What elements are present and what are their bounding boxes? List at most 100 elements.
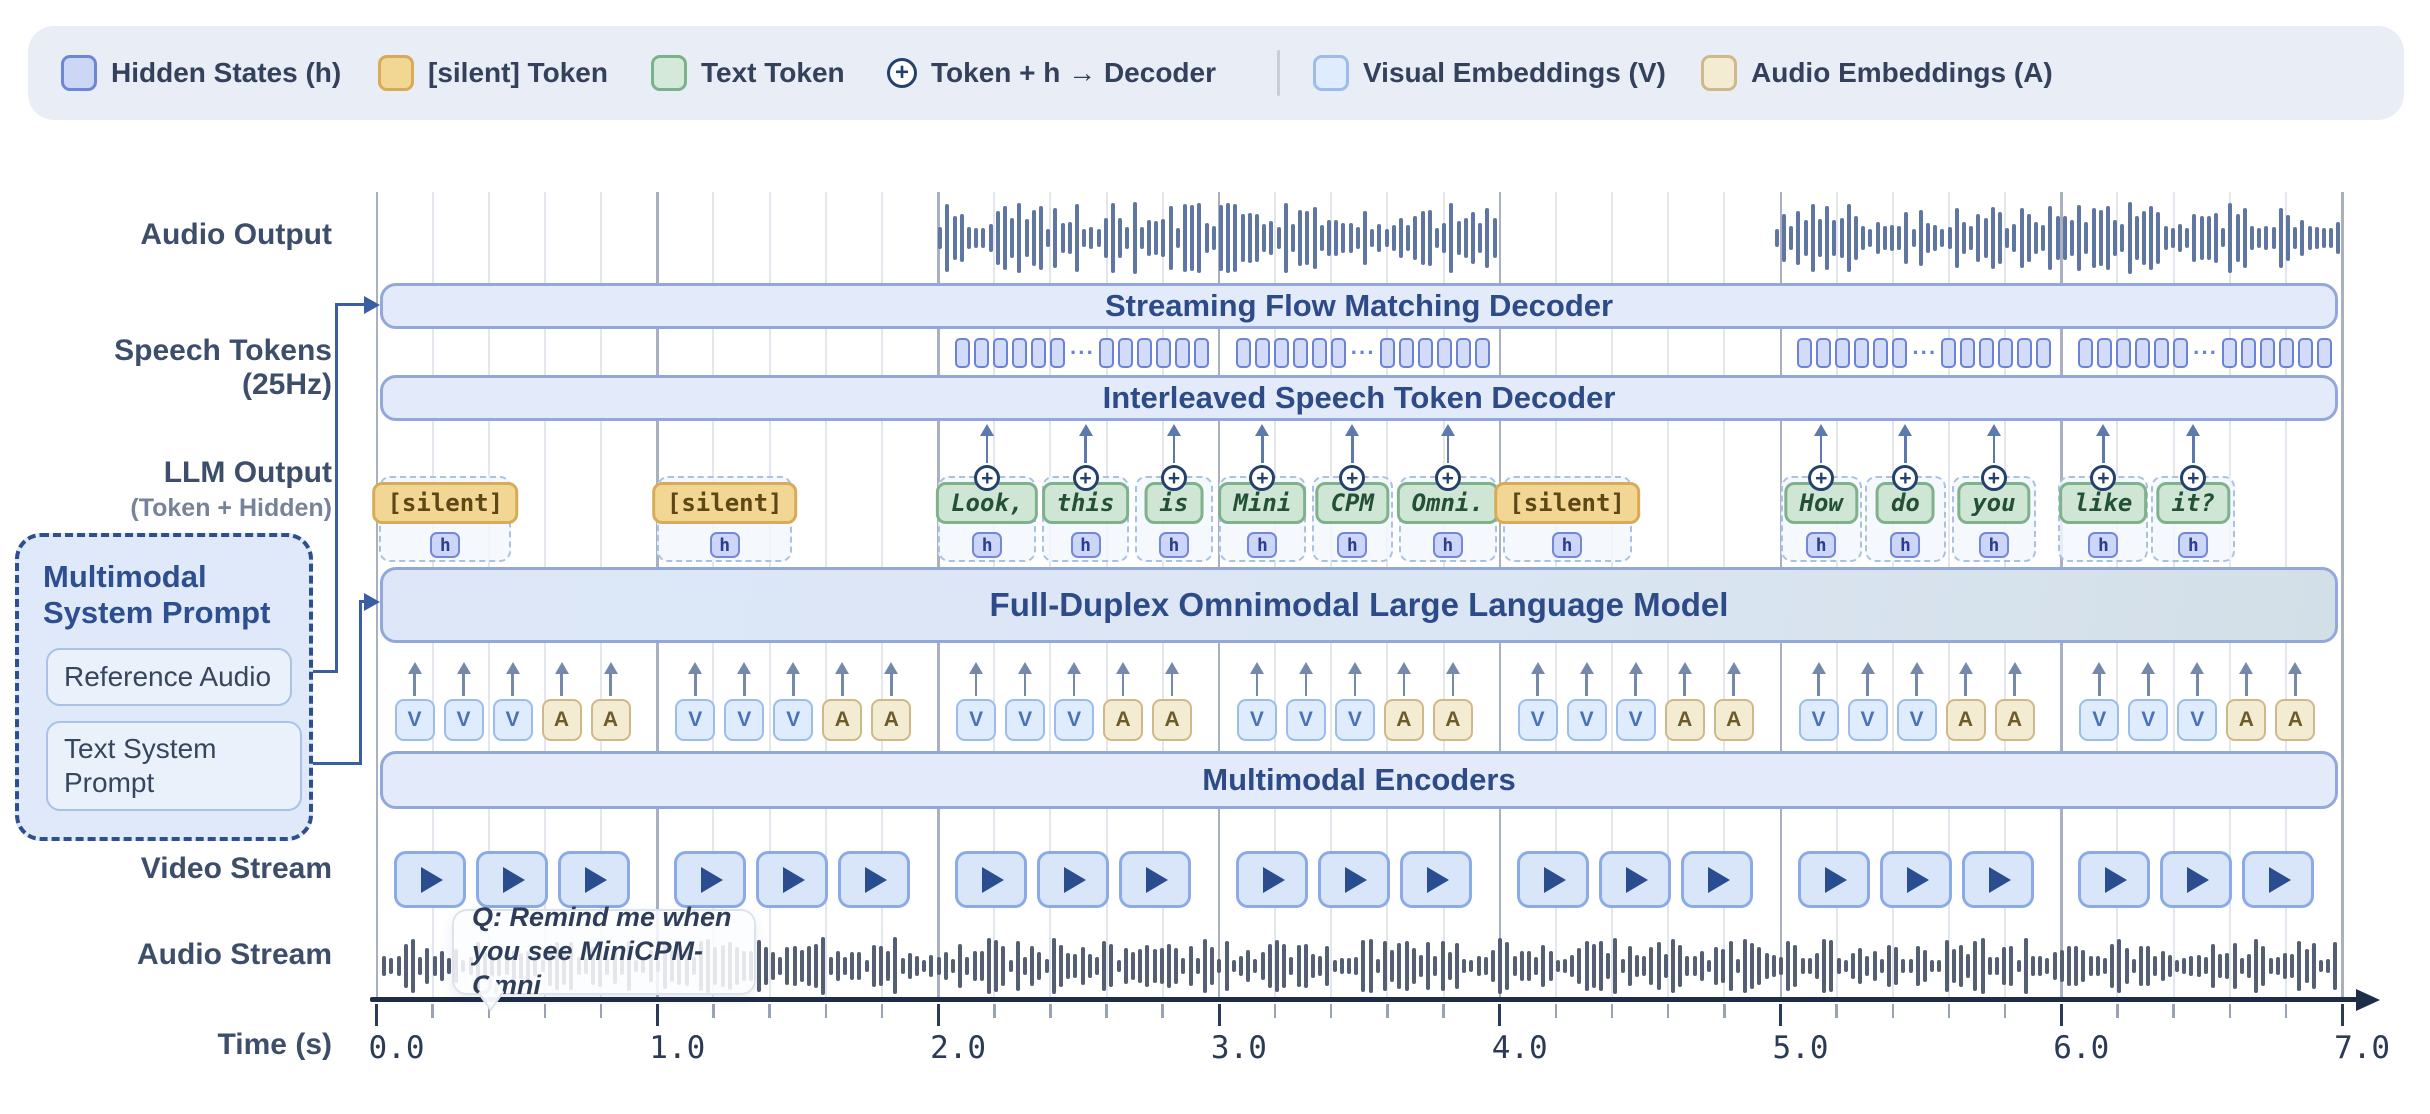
waveform-bar: [1729, 941, 1733, 991]
embedding-arrowhead: [1727, 662, 1741, 674]
axis-tick-minor: [1442, 1004, 1445, 1018]
waveform-bar: [1789, 226, 1793, 250]
legend-label: [silent] Token: [428, 57, 608, 89]
legend-label: Token + h → Decoder: [931, 57, 1216, 89]
video-frame-button: [394, 851, 466, 908]
waveform-bar: [1030, 946, 1034, 986]
silent-token: [silent]: [372, 482, 518, 524]
token-plus-decoder-icon: +: [1339, 465, 1365, 491]
waveform-bar: [958, 944, 962, 987]
waveform-bar: [1707, 960, 1711, 973]
waveform-bar: [1248, 213, 1252, 263]
waveform-bar: [1818, 219, 1822, 256]
waveform-bar: [1796, 211, 1800, 266]
speech-token-group: ···: [2078, 338, 2336, 368]
waveform-bar: [1606, 953, 1610, 979]
waveform-bar: [1894, 947, 1898, 985]
speech-token-square: [1194, 338, 1209, 368]
waveform-bar: [2005, 228, 2009, 248]
hidden-state-box: h: [1979, 532, 2009, 558]
speech-token-square: [1854, 338, 1869, 368]
waveform-bar: [2207, 216, 2211, 261]
waveform-bar: [1952, 949, 1956, 983]
hidden-swatch-icon: [61, 55, 97, 91]
audio-embedding-box: A: [2226, 699, 2266, 741]
waveform-bar: [2315, 227, 2319, 249]
waveform-bar: [793, 946, 797, 986]
speech-token-square: [2017, 338, 2032, 368]
waveform-bar: [2283, 953, 2287, 979]
waveform-bar: [1772, 955, 1776, 976]
legend-item-visual: Visual Embeddings (V): [1313, 26, 1666, 120]
play-icon: [1427, 867, 1449, 893]
waveform-bar: [2117, 939, 2121, 992]
waveform-bar: [1340, 958, 1344, 974]
visual-embedding-box: V: [2177, 699, 2217, 741]
embedding-arrowhead: [786, 662, 800, 674]
embedding-arrowhead: [884, 662, 898, 674]
waveform-bar: [1442, 223, 1446, 254]
waveform-bar: [1782, 214, 1786, 261]
waveform-bar: [382, 956, 386, 977]
play-icon: [865, 867, 887, 893]
waveform-bar: [1023, 957, 1027, 975]
waveform-bar: [1145, 945, 1149, 988]
hidden-state-box: h: [1247, 532, 1277, 558]
waveform-bar: [1926, 223, 1930, 252]
video-frame-button: [674, 851, 746, 908]
waveform-bar: [2236, 214, 2240, 261]
waveform-bar: [1534, 957, 1538, 974]
embedding-arrowhead: [1446, 662, 1460, 674]
waveform-bar: [2276, 957, 2280, 974]
waveform-bar: [2185, 228, 2189, 248]
waveform-bar: [2164, 226, 2168, 250]
speech-token-group: ···: [955, 338, 1213, 368]
waveform-bar: [1916, 946, 1920, 986]
silent-swatch-icon: [378, 55, 414, 91]
waveform-bar: [2070, 220, 2074, 256]
waveform-bar: [1428, 210, 1432, 267]
waveform-bar: [1102, 941, 1106, 992]
waveform-bar: [1167, 944, 1171, 988]
waveform-bar: [2031, 956, 2035, 976]
legend-divider: [1277, 50, 1280, 96]
waveform-bar: [2305, 949, 2309, 982]
multimodal-encoders-bar: Multimodal Encoders: [380, 751, 2338, 809]
play-icon: [1263, 867, 1285, 893]
waveform-bar: [1829, 940, 1833, 991]
video-frame-button: [1798, 851, 1870, 908]
embedding-arrowhead: [506, 662, 520, 674]
embedding-arrowhead: [1629, 662, 1643, 674]
waveform-bar: [1174, 948, 1178, 984]
embedding-arrow: [1305, 672, 1308, 696]
hidden-state-box: h: [2088, 532, 2118, 558]
waveform-bar: [1039, 206, 1043, 271]
waveform-bar: [1354, 957, 1358, 975]
waveform-bar: [981, 228, 985, 247]
waveform-bar: [1183, 204, 1187, 272]
waveform-bar: [1671, 939, 1675, 993]
waveform-bar: [2012, 224, 2016, 252]
waveform-bar: [2081, 950, 2085, 982]
embedding-arrowhead: [1861, 662, 1875, 674]
waveform-bar: [1628, 946, 1632, 987]
waveform-bar: [1976, 214, 1980, 262]
llm-token-group: it?h+: [2151, 476, 2235, 562]
waveform-bar: [829, 957, 833, 975]
waveform-bar: [1399, 218, 1403, 257]
embedding-arrow: [694, 672, 697, 696]
waveform-bar: [2132, 959, 2136, 973]
waveform-bar: [1563, 959, 1567, 973]
embedding-arrow: [1683, 672, 1686, 696]
waveform-bar: [1212, 226, 1216, 250]
llm-token-group: Omni.h+: [1399, 476, 1497, 562]
waveform-bar: [2110, 944, 2114, 988]
axis-tick-minor: [1105, 1004, 1108, 1018]
embedding-arrowhead: [1531, 662, 1545, 674]
waveform-bar: [1998, 212, 2002, 264]
waveform-bar: [1073, 954, 1077, 979]
waveform-bar: [1376, 959, 1380, 973]
waveform-bar: [1457, 221, 1461, 254]
waveform-bar: [2279, 208, 2283, 268]
waveform-bar: [994, 940, 998, 992]
